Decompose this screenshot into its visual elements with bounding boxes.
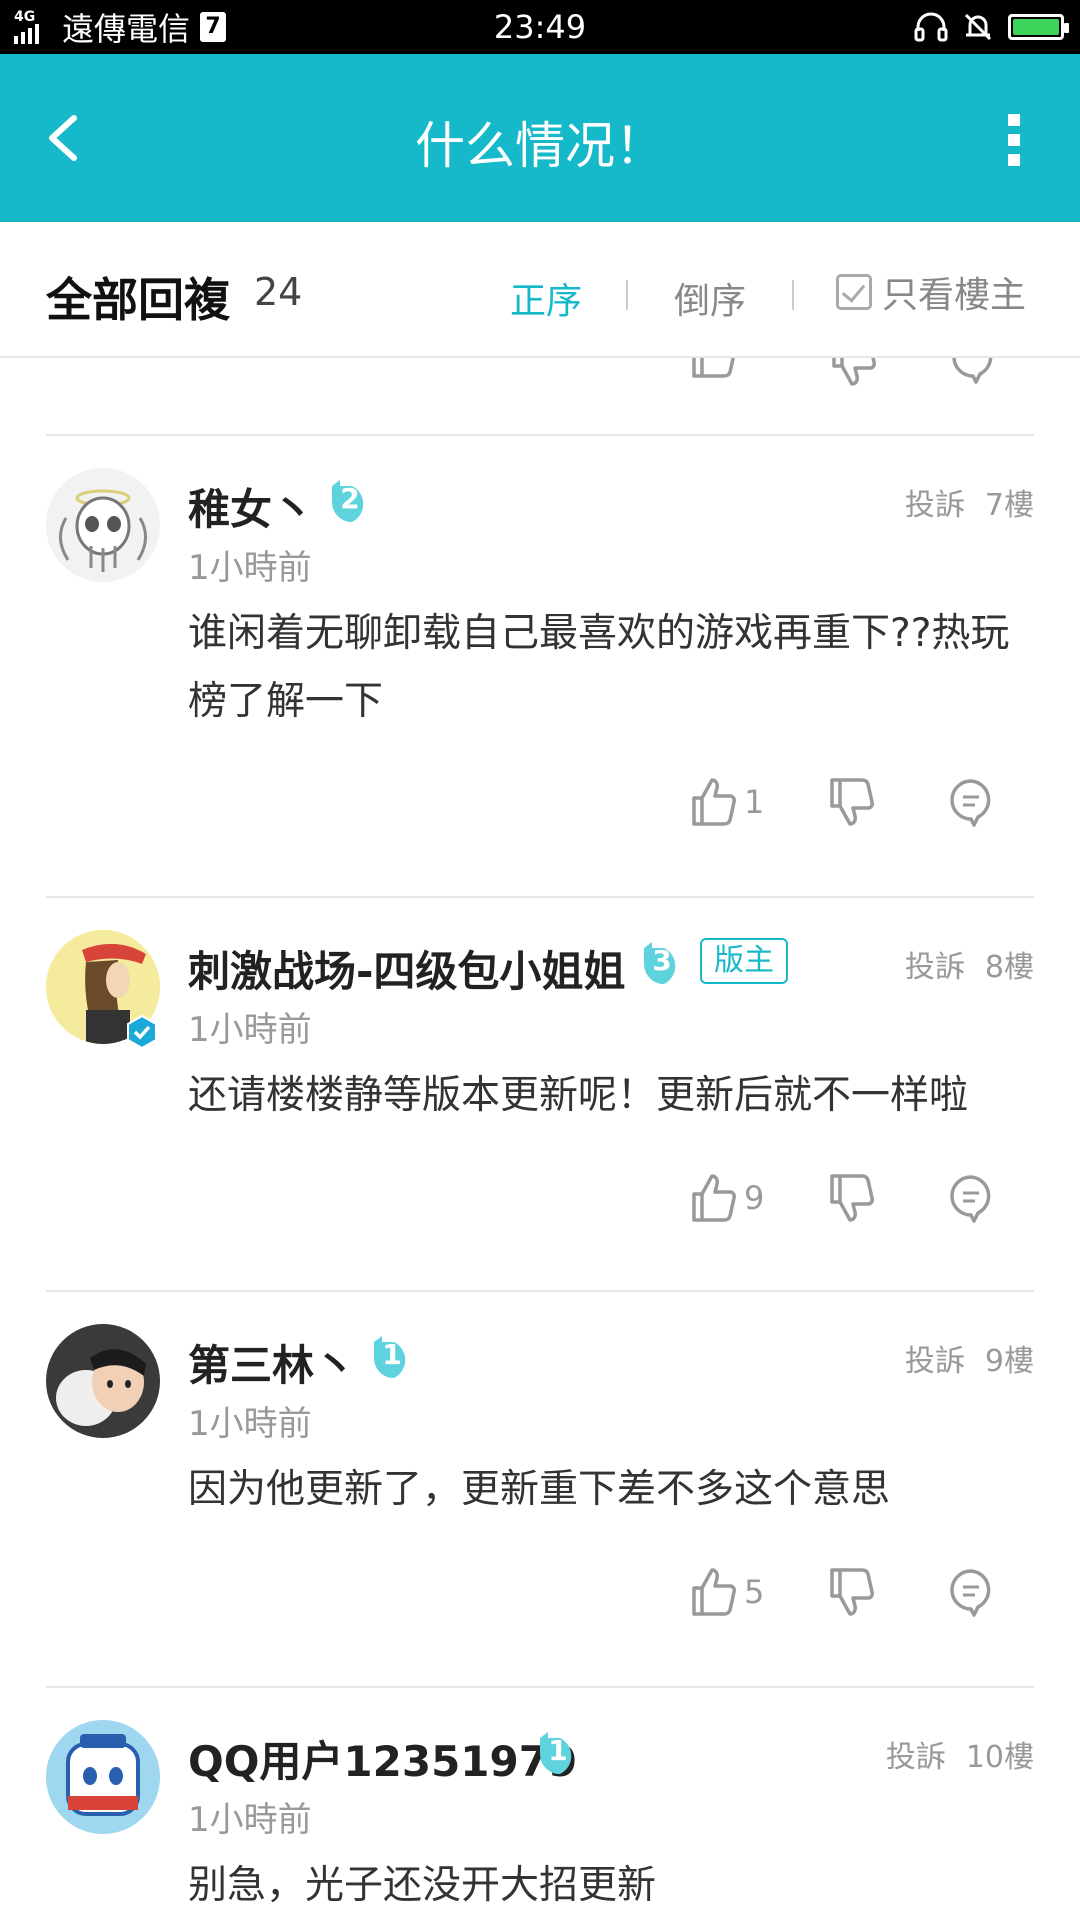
status-right [914,10,1069,44]
battery-level [1013,19,1059,35]
page-title: 什么情况！ [415,117,665,175]
divider [626,280,628,310]
level-badge: 1 [532,1730,582,1776]
thumbs-up-icon [692,1568,736,1616]
comment-actions: 5 [690,1566,994,1618]
like-count: 9 [744,1179,765,1217]
previous-comment-actions [0,358,1080,434]
thumbs-down-icon [830,1174,874,1222]
reply-button[interactable] [948,1567,994,1617]
comment-icon [950,1175,991,1223]
bell-off-icon [964,13,992,41]
thumbs-down-icon [832,358,876,386]
report-button[interactable]: 投訴 [886,1740,946,1775]
floor-number: 7樓 [984,488,1034,523]
level-badge: 3 [636,940,686,986]
dislike-button[interactable] [828,1172,876,1224]
thumbs-up-icon [692,358,735,378]
comment-icon [952,358,993,384]
level-badge: 2 [324,478,374,524]
avatar-image [46,1720,160,1834]
comment-text: 谁闲着无聊卸载自己最喜欢的游戏再重下??热玩榜了解一下 [188,611,1010,724]
headset-icon [914,12,948,42]
dislike-button[interactable] [828,776,876,828]
sort-descending-button[interactable]: 倒序 [674,272,746,324]
app-bar: 什么情况！ [0,54,1080,222]
report-button[interactable]: 投訴 [905,1344,965,1379]
only-host-toggle[interactable]: 只看樓主 [836,266,1026,318]
like-count: 5 [744,1573,765,1611]
sort-bar: 全部回複 24 正序 倒序 只看樓主 [0,222,1080,358]
comment-icon [950,1569,991,1617]
comment-text: 因为他更新了，更新重下差不多这个意思 [188,1467,891,1512]
replies-title: 全部回複 [46,273,230,327]
comment-actions: 1 [690,776,994,828]
comment-meta: 投訴 8樓 [905,942,1034,986]
only-host-label: 只看樓主 [882,275,1027,316]
status-bar: 4G 遠傳電信 7 23:49 [0,0,1080,54]
comment-icon [950,779,991,827]
comment-text: 别急，光子还没开大招更新 [188,1863,657,1908]
thumbs-up-icon [692,1174,736,1222]
avatar[interactable] [46,468,160,582]
thumbs-down-icon [830,1568,874,1616]
comment-text: 还请楼楼静等版本更新呢！更新后就不一样啦 [188,1073,969,1118]
like-button[interactable]: 9 [690,1172,794,1224]
username[interactable]: 刺激战场-四级包小姐姐 [188,938,625,999]
comment-time: 1小時前 [188,1404,312,1444]
level-number: 1 [382,1338,402,1371]
floor-number: 10樓 [965,1740,1034,1775]
replies-count: 24 [254,270,303,314]
like-count: 1 [744,783,765,821]
username[interactable]: QQ用户12351979 [188,1728,577,1789]
sort-ascending-button[interactable]: 正序 [510,272,582,324]
report-button[interactable]: 投訴 [905,488,965,523]
moderator-badge: 版主 [700,938,788,984]
level-number: 3 [652,944,672,977]
reply-button[interactable] [948,777,994,827]
thumbs-up-icon [692,778,736,826]
reply-button[interactable] [948,1173,994,1223]
battery-charging-icon [1008,14,1069,40]
comment-meta: 投訴 7樓 [905,480,1034,524]
comment-time: 1小時前 [188,548,312,588]
level-badge: 1 [366,1334,416,1380]
comment-meta: 投訴 9樓 [905,1336,1034,1380]
more-options-button[interactable] [984,110,1044,170]
username[interactable]: 稚女丶 [188,476,314,537]
avatar[interactable] [46,1324,160,1438]
verified-icon [127,1014,157,1050]
comment-meta: 投訴 10樓 [886,1732,1034,1776]
divider [46,896,1034,898]
floor-number: 9樓 [984,1344,1034,1379]
divider [46,1290,1034,1292]
comment-time: 1小時前 [188,1010,312,1050]
comment-time: 1小時前 [188,1800,312,1840]
level-number: 1 [548,1734,568,1767]
thumbs-down-icon [830,778,874,826]
like-button[interactable]: 5 [690,1566,794,1618]
divider [46,434,1034,436]
like-button[interactable]: 1 [690,776,794,828]
floor-number: 8樓 [984,950,1034,985]
username[interactable]: 第三林丶 [188,1332,356,1393]
level-number: 2 [340,482,360,515]
avatar-image [46,1324,160,1438]
divider [792,280,794,310]
comment-actions: 9 [690,1172,994,1224]
report-button[interactable]: 投訴 [905,950,965,985]
checkbox-icon [836,274,872,310]
avatar-image [46,468,160,582]
avatar[interactable] [46,1720,160,1834]
dislike-button[interactable] [828,1566,876,1618]
more-vertical-icon [1008,114,1020,166]
divider [46,1686,1034,1688]
